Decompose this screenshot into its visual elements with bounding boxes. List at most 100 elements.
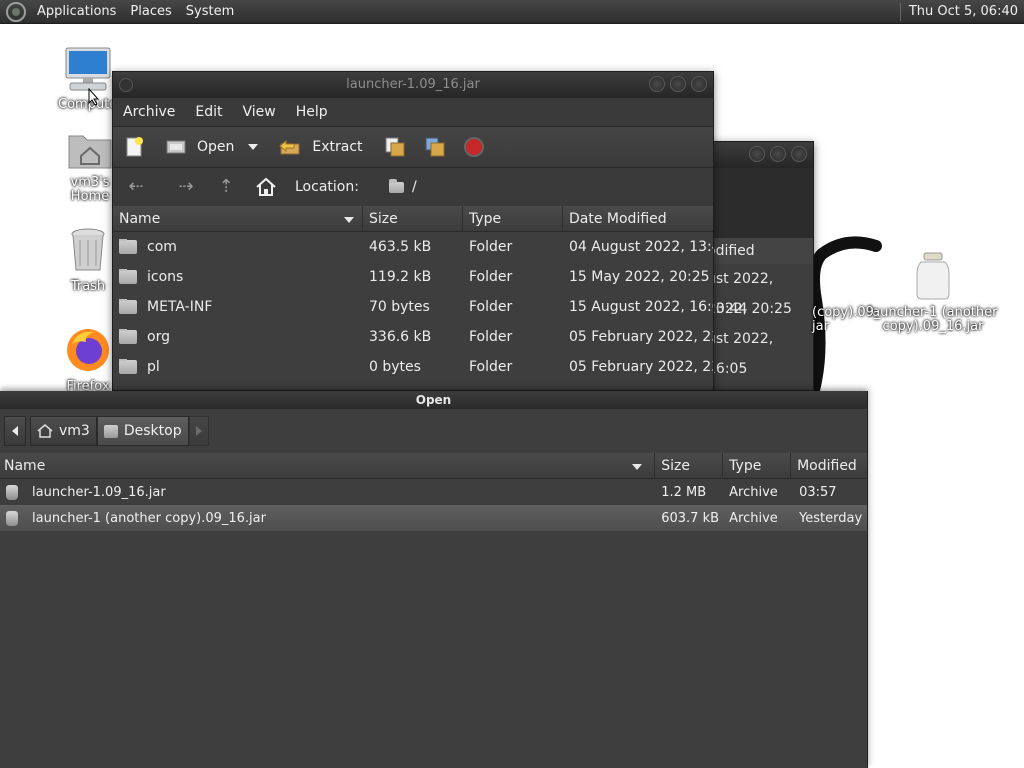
row-date: 15 May 2022, 20:25 [569, 269, 710, 285]
location-field[interactable]: / [388, 178, 417, 195]
back-row[interactable]: 2022, 20:25 [701, 294, 813, 324]
row-size: 70 bytes [369, 299, 430, 315]
back-window-titlebar[interactable] [701, 142, 813, 168]
file-modified: 03:57 [799, 484, 837, 500]
back-arrow-icon[interactable]: ⇠ [125, 177, 147, 197]
back-row[interactable]: ust 2022, 13:44 [701, 264, 813, 317]
stop-icon [463, 137, 484, 157]
panel-separator [899, 2, 901, 21]
back-window[interactable]: odified ust 2022, 13:44 2022, 20:25 ust … [700, 141, 814, 391]
column-header-type[interactable]: Type [723, 452, 792, 479]
column-label: Size [369, 210, 398, 227]
close-button[interactable] [691, 76, 707, 92]
forward-arrow-icon[interactable]: ⇢ [175, 177, 197, 197]
window-menu-button[interactable] [119, 78, 133, 92]
desktop-icon-firefox[interactable]: Firefox [60, 326, 116, 394]
table-row[interactable]: pl 0 bytes Folder 05 February 2022, 23..… [113, 352, 713, 382]
open-button[interactable]: Open [165, 136, 234, 158]
table-row[interactable]: org 336.6 kB Folder 05 February 2022, 23… [113, 322, 713, 352]
open-dialog[interactable]: Open vm3 Desktop Name Size Type Modified… [0, 391, 868, 768]
column-header-type[interactable]: Type [463, 205, 563, 232]
path-scroll-right-button[interactable] [188, 416, 209, 446]
file-name: launcher-1.09_16.jar [32, 484, 166, 500]
clock[interactable]: Thu Oct 5, 06:40 [909, 4, 1024, 19]
new-archive-button[interactable] [123, 136, 145, 158]
firefox-icon [67, 329, 109, 371]
row-type: Folder [469, 239, 513, 255]
folder-icon [388, 178, 404, 193]
row-size: 0 bytes [369, 359, 421, 375]
archive-window[interactable]: launcher-1.09_16.jar Archive Edit View H… [112, 71, 714, 391]
archive-window-titlebar[interactable]: launcher-1.09_16.jar [113, 72, 713, 98]
top-panel: Applications Places System Thu Oct 5, 06… [0, 0, 1024, 24]
menu-system[interactable]: System [179, 1, 241, 23]
close-button[interactable] [791, 146, 807, 162]
desktop-icon-trash[interactable]: Trash [60, 226, 116, 294]
column-label: Type [469, 210, 502, 227]
column-label: Date Modified [569, 210, 667, 227]
mouse-pointer-icon [88, 88, 100, 106]
table-row[interactable]: META-INF 70 bytes Folder 15 August 2022,… [113, 292, 713, 322]
table-row[interactable]: icons 119.2 kB Folder 15 May 2022, 20:25 [113, 262, 713, 292]
maximize-button[interactable] [770, 146, 786, 162]
extract-icon [279, 139, 300, 155]
column-header-name[interactable]: Name [0, 452, 656, 479]
toolbar: Open Extract [113, 126, 713, 168]
column-header-size[interactable]: Size [363, 205, 463, 232]
chevron-left-icon [12, 426, 18, 436]
list-item[interactable]: launcher-1.09_16.jar 1.2 MB Archive 03:5… [0, 479, 867, 505]
sort-down-icon [632, 463, 643, 470]
maximize-button[interactable] [670, 76, 686, 92]
back-row[interactable]: ust 2022, 16:05 [701, 324, 813, 377]
path-button-desktop[interactable]: Desktop [96, 416, 189, 446]
location-bar: ⇠ ⇢ ⇡ Location: / [113, 168, 713, 206]
row-date: 05 February 2022, 23... [569, 329, 713, 345]
add-files-button[interactable] [383, 135, 407, 159]
row-date: 05 February 2022, 23... [569, 359, 713, 375]
column-header-name[interactable]: Name [113, 205, 363, 232]
home-icon[interactable] [255, 177, 277, 197]
row-size: 119.2 kB [369, 269, 432, 285]
desktop-icon-jar-partial[interactable]: (copy).09_ jar [812, 292, 881, 348]
computer-icon [65, 47, 111, 91]
path-button-vm3[interactable]: vm3 [30, 416, 97, 446]
menu-edit[interactable]: Edit [185, 104, 232, 120]
column-label: Size [661, 457, 690, 474]
row-name: icons [147, 269, 184, 285]
home-folder-icon [68, 135, 112, 169]
table-row[interactable]: com 463.5 kB Folder 04 August 2022, 13:4… [113, 232, 713, 262]
minimize-button[interactable] [749, 146, 765, 162]
minimize-button[interactable] [649, 76, 665, 92]
jar-file-icon [6, 484, 18, 500]
desktop-icon-label: (copy).09_ jar [812, 305, 881, 334]
column-header-date[interactable]: Date Modified [563, 206, 713, 232]
column-header-modified[interactable]: Modified [791, 453, 867, 479]
trash-icon [71, 228, 105, 271]
stop-button[interactable] [463, 136, 485, 158]
menu-places[interactable]: Places [123, 1, 178, 23]
desktop-icon-jar[interactable]: launcher-1 (another copy).09_16.jar [868, 252, 998, 334]
column-header-size[interactable]: Size [655, 452, 724, 479]
file-type: Archive [729, 510, 778, 526]
folder-icon [119, 269, 137, 284]
menu-applications[interactable]: Applications [30, 1, 123, 23]
menu-archive[interactable]: Archive [113, 104, 185, 120]
open-archive-icon [166, 140, 186, 154]
file-list-header: Name Size Type Date Modified [113, 205, 713, 232]
dialog-title[interactable]: Open [0, 391, 867, 409]
file-type: Archive [729, 484, 778, 500]
back-col-header[interactable]: odified [701, 238, 813, 264]
add-folder-button[interactable] [423, 135, 447, 159]
chevron-right-icon [195, 426, 202, 436]
menu-view[interactable]: View [233, 104, 286, 120]
row-date: 04 August 2022, 13:44 [569, 239, 713, 255]
list-item[interactable]: launcher-1 (another copy).09_16.jar 603.… [0, 505, 867, 531]
menu-help[interactable]: Help [286, 104, 338, 120]
open-dropdown-button[interactable] [248, 144, 259, 150]
extract-button[interactable]: Extract [278, 136, 363, 158]
path-scroll-left-button[interactable] [4, 416, 26, 446]
chevron-down-icon [248, 144, 259, 150]
up-arrow-icon[interactable]: ⇡ [215, 177, 237, 197]
jar-file-icon [6, 510, 18, 526]
distro-logo-icon[interactable] [6, 1, 26, 22]
